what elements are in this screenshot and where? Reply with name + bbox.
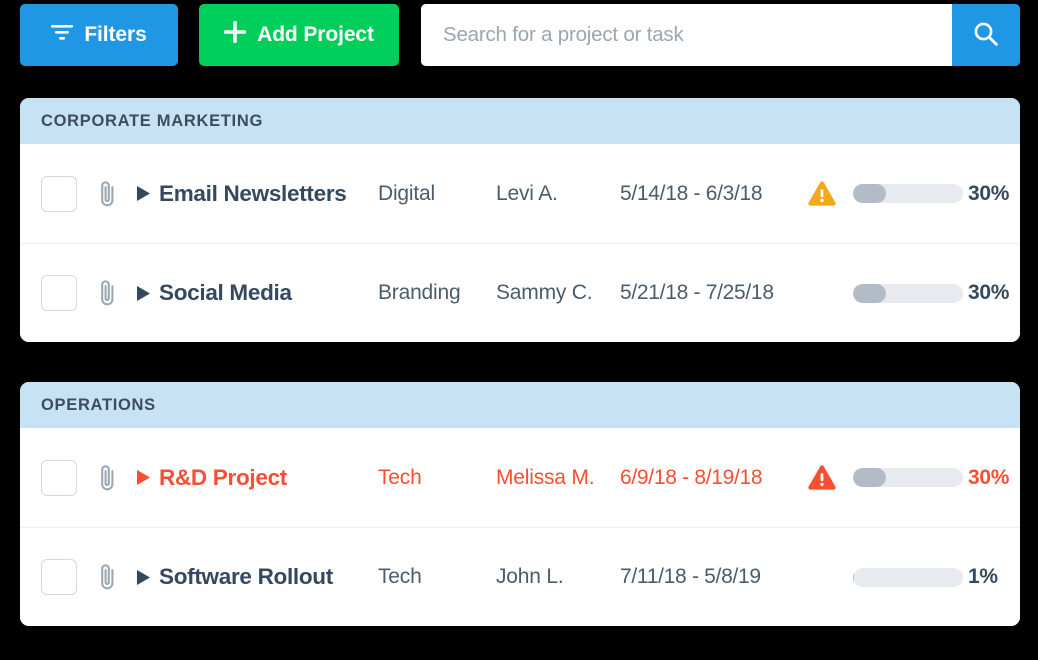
- project-dates: 5/21/18 - 7/25/18: [620, 281, 774, 305]
- progress-bar-track: [853, 284, 963, 303]
- table-row[interactable]: Social Media Branding Sammy C. 5/21/18 -…: [20, 243, 1020, 342]
- project-group-card: CORPORATE MARKETING Email Newsletters Di…: [20, 98, 1020, 342]
- project-owner: Sammy C.: [496, 281, 592, 305]
- filters-button-label: Filters: [84, 23, 146, 47]
- search-bar: [421, 4, 1020, 66]
- project-name[interactable]: R&D Project: [159, 465, 287, 491]
- filters-button[interactable]: Filters: [20, 4, 178, 66]
- row-checkbox[interactable]: [41, 275, 77, 311]
- project-category: Tech: [378, 565, 422, 589]
- warning-triangle-orange-icon[interactable]: [803, 180, 841, 207]
- project-list-app: Filters Add Project: [0, 0, 1038, 660]
- project-group-card: OPERATIONS R&D Project Tech Melissa M. 6…: [20, 382, 1020, 626]
- progress-bar-fill: [853, 468, 886, 487]
- attachment-icon[interactable]: [92, 562, 124, 592]
- row-checkbox[interactable]: [41, 460, 77, 496]
- project-dates: 6/9/18 - 8/19/18: [620, 466, 762, 490]
- group-header: OPERATIONS: [20, 382, 1020, 428]
- progress-bar-track: [853, 184, 963, 203]
- progress-bar-track: [853, 568, 963, 587]
- project-name[interactable]: Email Newsletters: [159, 181, 347, 207]
- filter-icon: [51, 23, 73, 47]
- search-icon: [973, 21, 999, 50]
- expand-caret-icon[interactable]: [131, 569, 155, 586]
- search-button[interactable]: [952, 4, 1020, 66]
- attachment-icon[interactable]: [92, 278, 124, 308]
- group-title: CORPORATE MARKETING: [41, 112, 263, 131]
- project-owner: Levi A.: [496, 182, 558, 206]
- progress-bar-fill: [853, 568, 854, 587]
- project-category: Branding: [378, 281, 460, 305]
- table-row[interactable]: Email Newsletters Digital Levi A. 5/14/1…: [20, 144, 1020, 243]
- row-checkbox[interactable]: [41, 176, 77, 212]
- project-category: Digital: [378, 182, 435, 206]
- progress-label: 30%: [968, 281, 1009, 305]
- attachment-icon[interactable]: [92, 463, 124, 493]
- table-row[interactable]: Software Rollout Tech John L. 7/11/18 - …: [20, 527, 1020, 626]
- progress-bar-fill: [853, 184, 886, 203]
- expand-caret-icon[interactable]: [131, 285, 155, 302]
- warning-triangle-red-icon[interactable]: [803, 464, 841, 491]
- row-checkbox[interactable]: [41, 559, 77, 595]
- group-title: OPERATIONS: [41, 396, 156, 415]
- progress-label: 1%: [968, 565, 998, 589]
- expand-caret-icon[interactable]: [131, 469, 155, 486]
- group-header: CORPORATE MARKETING: [20, 98, 1020, 144]
- progress-label: 30%: [968, 182, 1009, 206]
- project-name[interactable]: Social Media: [159, 280, 292, 306]
- project-dates: 7/11/18 - 5/8/19: [620, 565, 761, 589]
- progress-bar-fill: [853, 284, 886, 303]
- project-name[interactable]: Software Rollout: [159, 564, 333, 590]
- toolbar: Filters Add Project: [20, 4, 1020, 66]
- progress-bar-track: [853, 468, 963, 487]
- attachment-icon[interactable]: [92, 179, 124, 209]
- project-owner: John L.: [496, 565, 564, 589]
- add-project-button-label: Add Project: [257, 23, 374, 47]
- table-row[interactable]: R&D Project Tech Melissa M. 6/9/18 - 8/1…: [20, 428, 1020, 527]
- search-input[interactable]: [421, 4, 952, 66]
- project-category: Tech: [378, 466, 422, 490]
- add-project-button[interactable]: Add Project: [199, 4, 399, 66]
- project-owner: Melissa M.: [496, 466, 594, 490]
- progress-label: 30%: [968, 466, 1009, 490]
- project-dates: 5/14/18 - 6/3/18: [620, 182, 762, 206]
- plus-icon: [224, 21, 246, 49]
- expand-caret-icon[interactable]: [131, 185, 155, 202]
